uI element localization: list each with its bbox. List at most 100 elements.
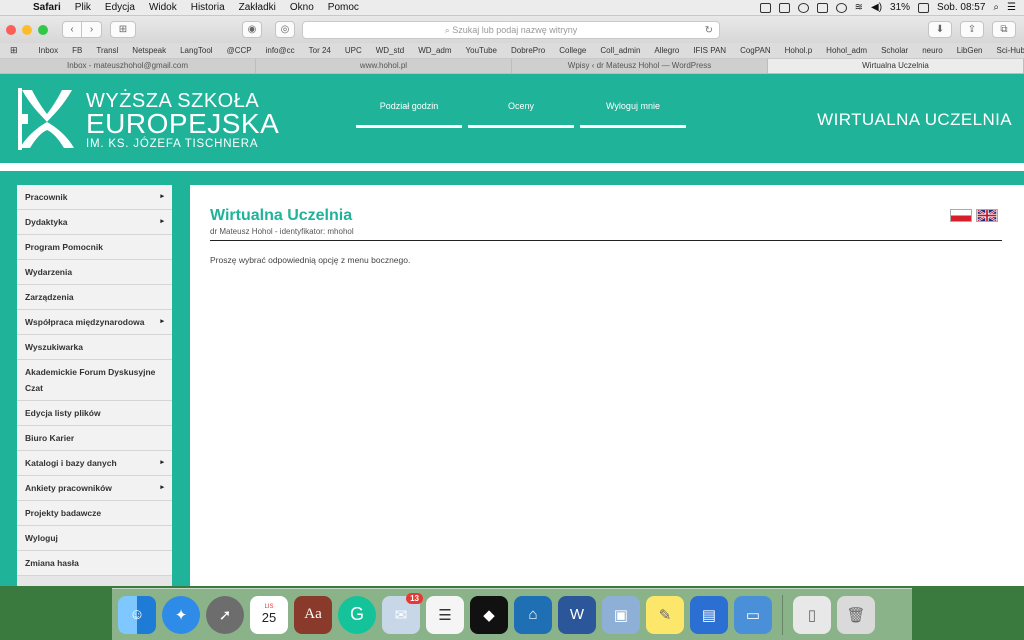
- bookmark-item[interactable]: Netspeak: [125, 46, 173, 55]
- trash-icon[interactable]: 🗑: [837, 595, 875, 634]
- bookmark-item[interactable]: @CCP: [220, 46, 259, 55]
- polish-flag-icon[interactable]: [950, 209, 972, 222]
- sidebar-item[interactable]: Edycja listy plików: [17, 401, 172, 426]
- bookmark-item[interactable]: Hohol.p: [778, 46, 820, 55]
- bookmark-item[interactable]: Hohol_adm: [819, 46, 874, 55]
- library-icon[interactable]: ⌂: [514, 595, 552, 634]
- bookmark-item[interactable]: CogPAN: [733, 46, 778, 55]
- bookmark-item[interactable]: WD_std: [369, 46, 411, 55]
- dictionary-icon[interactable]: Aa: [294, 595, 332, 634]
- battery-percent[interactable]: 31%: [890, 2, 910, 13]
- calendar-icon[interactable]: LIS 25: [250, 595, 288, 634]
- sidebar-item[interactable]: Ankiety pracowników ▸: [17, 476, 172, 501]
- menu-historia[interactable]: Historia: [184, 2, 232, 13]
- tabs-overview-button[interactable]: ⧉: [992, 21, 1016, 38]
- bluetooth-icon[interactable]: [835, 2, 847, 13]
- bookmark-item[interactable]: Allegro: [647, 46, 686, 55]
- menu-okno[interactable]: Okno: [283, 2, 321, 13]
- bookmark-item[interactable]: WD_adm: [411, 46, 458, 55]
- time-machine-icon[interactable]: [816, 2, 828, 13]
- menu-widok[interactable]: Widok: [142, 2, 184, 13]
- notes-icon[interactable]: ✎: [646, 595, 684, 634]
- nav-wyloguj-mnie[interactable]: Wyloguj mnie: [580, 98, 686, 128]
- sidebar-item[interactable]: Katalogi i bazy danych ▸: [17, 451, 172, 476]
- extension-icon[interactable]: ◎: [275, 21, 295, 38]
- bookmark-item[interactable]: FB: [65, 46, 89, 55]
- mail-icon[interactable]: ✉ 13: [382, 592, 423, 634]
- bookmark-item[interactable]: Inbox: [32, 46, 66, 55]
- tidal-icon[interactable]: ◆: [470, 595, 508, 634]
- tab-inbox[interactable]: Inbox - mateuszhohol@gmail.com: [0, 59, 256, 73]
- sidebar-item[interactable]: Wyszukiwarka: [17, 335, 172, 360]
- bookmark-item[interactable]: College: [552, 46, 593, 55]
- bookmark-item[interactable]: LangTool: [173, 46, 219, 55]
- reload-icon[interactable]: ↻: [705, 25, 713, 36]
- forward-button[interactable]: ›: [82, 21, 102, 38]
- sync-icon[interactable]: [797, 2, 809, 13]
- sidebar-item[interactable]: Wydarzenia: [17, 260, 172, 285]
- english-flag-icon[interactable]: [976, 209, 998, 222]
- documents-stack-icon[interactable]: ▯: [793, 595, 831, 634]
- files-icon[interactable]: ▤: [690, 595, 728, 634]
- sidebar-item[interactable]: Wyloguj: [17, 526, 172, 551]
- bookmark-item[interactable]: Tor 24: [302, 46, 338, 55]
- share-button[interactable]: ⇪: [960, 21, 984, 38]
- safari-icon[interactable]: ✦: [162, 595, 200, 634]
- grammarly-icon[interactable]: G: [338, 595, 376, 634]
- back-button[interactable]: ‹: [62, 21, 82, 38]
- bookmark-item[interactable]: IFIS PAN: [686, 46, 733, 55]
- sidebar-item[interactable]: Zmiana hasła: [17, 551, 172, 576]
- downloads-button[interactable]: ⬇: [928, 21, 952, 38]
- bookmark-item[interactable]: neuro: [915, 46, 949, 55]
- address-bar[interactable]: ⌕ Szukaj lub podaj nazwę witryny ↻: [302, 21, 720, 39]
- menu-pomoc[interactable]: Pomoc: [321, 2, 366, 13]
- fullscreen-window-button[interactable]: [38, 24, 48, 35]
- wse-logo-icon[interactable]: [18, 88, 76, 150]
- bookmark-item[interactable]: info@cc: [259, 46, 302, 55]
- sidebar-item[interactable]: Akademickie Forum Dyskusyjne Czat: [17, 360, 172, 401]
- sidebar-item[interactable]: Projekty badawcze: [17, 501, 172, 526]
- bookmark-item[interactable]: DobrePro: [504, 46, 552, 55]
- menu-app-name[interactable]: Safari: [26, 2, 68, 13]
- sidebar-item[interactable]: Biuro Karier: [17, 426, 172, 451]
- bookmark-item[interactable]: UPC: [338, 46, 369, 55]
- tab-wirtualna-uczelnia[interactable]: Wirtualna Uczelnia: [768, 59, 1024, 73]
- minimize-window-button[interactable]: [22, 24, 32, 35]
- sidebar-item[interactable]: Zarządzenia: [17, 285, 172, 310]
- bookmark-item[interactable]: Sci-Hub: [989, 46, 1024, 55]
- reminders-icon[interactable]: ☰: [426, 595, 464, 634]
- bookmark-item[interactable]: LibGen: [950, 46, 990, 55]
- tab-hohol[interactable]: www.hohol.pl: [256, 59, 512, 73]
- wifi-icon[interactable]: ≋: [855, 2, 863, 13]
- keynote-icon[interactable]: ▭: [734, 595, 772, 634]
- sidebar-item[interactable]: Pracownik ▸: [17, 185, 172, 210]
- tab-wordpress[interactable]: Wpisy ‹ dr Mateusz Hohol — WordPress: [512, 59, 768, 73]
- sidebar-item[interactable]: Dydaktyka ▸: [17, 210, 172, 235]
- clock[interactable]: Sob. 08:57: [937, 2, 985, 13]
- dropbox-icon[interactable]: [778, 2, 790, 13]
- close-window-button[interactable]: [6, 24, 16, 35]
- privacy-icon[interactable]: ◉: [242, 21, 262, 38]
- word-icon[interactable]: W: [558, 595, 596, 634]
- preview-icon[interactable]: ▣: [602, 595, 640, 634]
- bookmark-item[interactable]: Scholar: [874, 46, 915, 55]
- launchpad-icon[interactable]: ➚: [206, 595, 244, 634]
- sidebar-item[interactable]: Współpraca międzynarodowa ▸: [17, 310, 172, 335]
- sidebar-toggle-button[interactable]: ⊞: [110, 21, 136, 38]
- menu-zakladki[interactable]: Zakładki: [232, 2, 283, 13]
- status-app-icon[interactable]: [759, 2, 771, 13]
- menu-plik[interactable]: Plik: [68, 2, 98, 13]
- volume-icon[interactable]: ◀): [871, 2, 882, 13]
- bookmark-item[interactable]: Coll_admin: [593, 46, 647, 55]
- nav-podzial-godzin[interactable]: Podział godzin: [356, 98, 462, 128]
- bookmark-item[interactable]: YouTube: [459, 46, 504, 55]
- bookmark-item[interactable]: Transl: [89, 46, 125, 55]
- notification-center-icon[interactable]: ☰: [1007, 2, 1016, 13]
- battery-icon[interactable]: [918, 2, 930, 13]
- sidebar-item[interactable]: Program Pomocnik: [17, 235, 172, 260]
- menu-edycja[interactable]: Edycja: [98, 2, 142, 13]
- spotlight-icon[interactable]: ⌕: [993, 2, 999, 13]
- top-sites-icon[interactable]: ⊞: [10, 45, 18, 56]
- nav-oceny[interactable]: Oceny: [468, 98, 574, 128]
- finder-icon[interactable]: ☺: [118, 595, 156, 634]
